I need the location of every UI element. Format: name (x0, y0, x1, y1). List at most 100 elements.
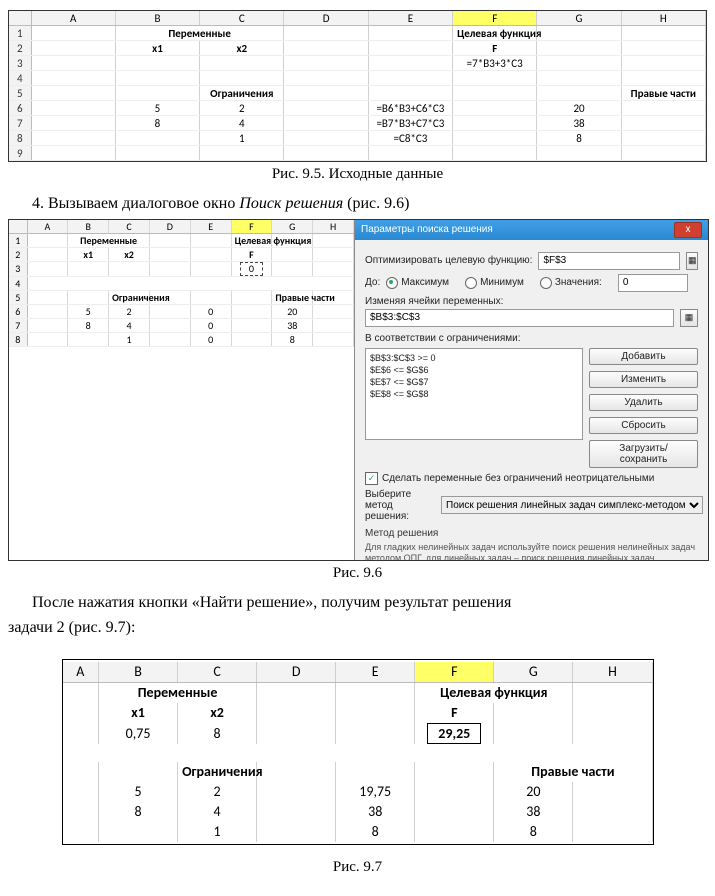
col-G[interactable]: G (272, 220, 313, 234)
constraint-item[interactable]: $B$3:$C$3 >= 0 (370, 352, 578, 364)
col-C[interactable]: C (178, 662, 257, 683)
dialog-titlebar[interactable]: Параметры поиска решения x (355, 220, 708, 240)
cell-E7[interactable]: =B7*B3+C7*C3 (368, 116, 452, 131)
col-D[interactable]: D (149, 220, 190, 234)
col-F[interactable]: F (453, 11, 537, 26)
cell-E7[interactable]: 0 (190, 318, 231, 332)
col-F[interactable]: F (415, 662, 494, 683)
add-button[interactable]: Добавить (589, 348, 698, 365)
cell-B2[interactable]: x1 (115, 41, 199, 56)
constraint-item[interactable]: $E$7 <= $G$7 (370, 376, 578, 388)
col-F[interactable]: F (231, 220, 272, 234)
nonneg-checkbox[interactable]: ✓ Сделать переменные без ограничений нео… (365, 472, 654, 485)
col-A[interactable]: A (27, 220, 68, 234)
cell-E8[interactable]: 0 (190, 332, 231, 346)
col-B[interactable]: B (115, 11, 199, 26)
col-C[interactable]: C (109, 220, 150, 234)
col-B[interactable]: B (68, 220, 109, 234)
cell-B3[interactable]: 0,75 (99, 723, 178, 744)
cell-F2[interactable]: F (453, 41, 537, 56)
col-H[interactable]: H (621, 11, 705, 26)
col-D[interactable]: D (284, 11, 368, 26)
col-A[interactable]: A (31, 11, 115, 26)
cell-F3[interactable]: 29,25 (415, 723, 494, 744)
cell-E6[interactable]: =B6*B3+C6*C3 (368, 101, 452, 116)
cell-B7[interactable]: 8 (115, 116, 199, 131)
vars-input[interactable] (365, 309, 674, 327)
cell-C8[interactable]: 1 (178, 822, 257, 842)
reset-button[interactable]: Сбросить (589, 417, 698, 434)
cell-C6[interactable]: 2 (109, 304, 150, 318)
radio-max[interactable]: Максимум (386, 277, 449, 289)
col-H[interactable]: H (313, 220, 354, 234)
cell-C6[interactable]: 2 (200, 101, 284, 116)
cell-G7[interactable]: 38 (537, 116, 621, 131)
col-E[interactable]: E (336, 662, 415, 683)
caption-9-5: Рис. 9.5. Исходные данные (8, 166, 707, 183)
row-5: 5 Ограничения Правые части (9, 86, 706, 101)
cell-B7[interactable]: 8 (68, 318, 109, 332)
cell-E6[interactable]: 0 (190, 304, 231, 318)
cell-B6[interactable]: 5 (115, 101, 199, 116)
cell-B7[interactable]: 8 (99, 802, 178, 822)
cell-G6[interactable]: 20 (537, 101, 621, 116)
range-picker-icon[interactable]: ▦ (686, 252, 698, 270)
cell-F2[interactable]: F (415, 703, 494, 723)
cell-C6[interactable]: 2 (178, 782, 257, 802)
close-button[interactable]: x (674, 222, 702, 238)
cell-G7[interactable]: 38 (272, 318, 313, 332)
col-E[interactable]: E (368, 11, 452, 26)
cell-F2[interactable]: F (231, 247, 272, 261)
cell-F3[interactable]: 0 (231, 261, 272, 276)
label-rhs: Правые части (621, 86, 705, 101)
cell-C8[interactable]: 1 (200, 131, 284, 146)
radio-min[interactable]: Минимум (465, 277, 524, 289)
col-D[interactable]: D (257, 662, 336, 683)
cell-C7[interactable]: 4 (178, 802, 257, 822)
load-save-button[interactable]: Загрузить/сохранить (589, 440, 698, 468)
cell-G7[interactable]: 38 (494, 802, 573, 822)
cell-B2[interactable]: x1 (68, 247, 109, 261)
cell-G8[interactable]: 8 (272, 332, 313, 346)
col-G[interactable]: G (494, 662, 573, 683)
method-select[interactable]: Поиск решения линейных задач симплекс-ме… (441, 496, 703, 514)
constraints-listbox[interactable]: $B$3:$C$3 >= 0 $E$6 <= $G$6 $E$7 <= $G$7… (365, 348, 583, 440)
cell-G6[interactable]: 20 (494, 782, 573, 802)
label-rhs: Правые части (272, 290, 313, 304)
cell-F3[interactable]: =7*B3+3*C3 (453, 56, 537, 71)
radio-value[interactable]: Значения: (540, 277, 602, 289)
cell-C8[interactable]: 1 (109, 332, 150, 346)
cell-G6[interactable]: 20 (272, 304, 313, 318)
caption-9-6: Рис. 9.6 (8, 565, 707, 582)
cell-C7[interactable]: 4 (200, 116, 284, 131)
col-G[interactable]: G (537, 11, 621, 26)
cell-C2[interactable]: x2 (200, 41, 284, 56)
change-button[interactable]: Изменить (589, 371, 698, 388)
cell-C3[interactable]: 8 (178, 723, 257, 744)
cell-E8[interactable]: 8 (336, 822, 415, 842)
constraint-item[interactable]: $E$6 <= $G$6 (370, 364, 578, 376)
cell-C2[interactable]: x2 (178, 703, 257, 723)
constraint-item[interactable]: $E$8 <= $G$8 (370, 388, 578, 400)
label-constraints: Ограничения (178, 762, 257, 782)
cell-B6[interactable]: 5 (99, 782, 178, 802)
delete-button[interactable]: Удалить (589, 394, 698, 411)
cell-B6[interactable]: 5 (68, 304, 109, 318)
cell-G8[interactable]: 8 (494, 822, 573, 842)
cell-E8[interactable]: =C8*C3 (368, 131, 452, 146)
para2a: После нажатия кнопки «Найти решение», по… (32, 594, 511, 611)
cell-C2[interactable]: x2 (109, 247, 150, 261)
cell-E7[interactable]: 38 (336, 802, 415, 822)
col-B[interactable]: B (99, 662, 178, 683)
cell-E6[interactable]: 19,75 (336, 782, 415, 802)
col-A[interactable]: A (63, 662, 99, 683)
col-E[interactable]: E (190, 220, 231, 234)
cell-C7[interactable]: 4 (109, 318, 150, 332)
range-picker-icon[interactable]: ▦ (680, 309, 698, 327)
value-input[interactable] (618, 274, 688, 292)
cell-B2[interactable]: x1 (99, 703, 178, 723)
objective-input[interactable] (538, 252, 680, 270)
cell-G8[interactable]: 8 (537, 131, 621, 146)
col-C[interactable]: C (200, 11, 284, 26)
col-H[interactable]: H (573, 662, 652, 683)
